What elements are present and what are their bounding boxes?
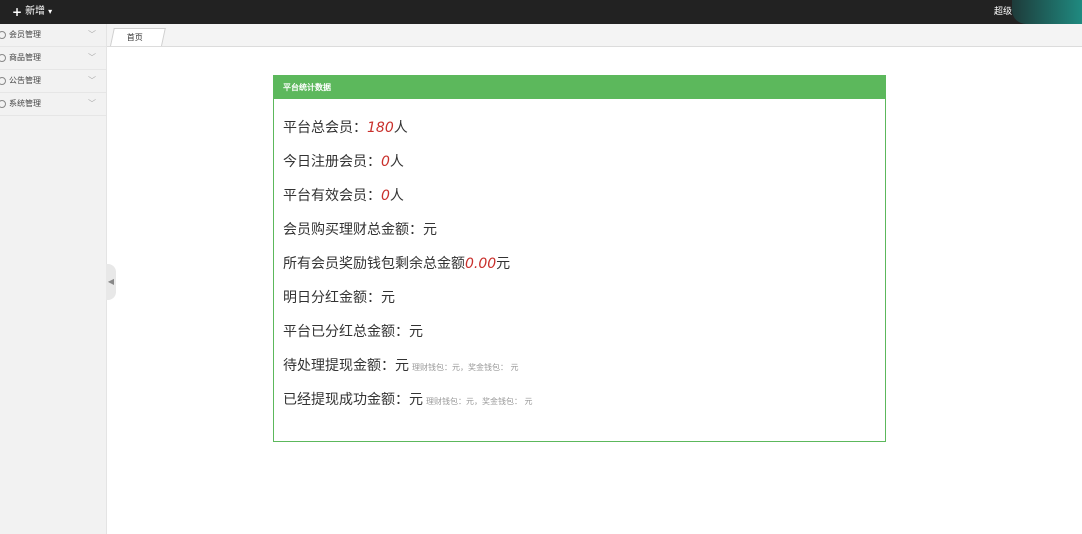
stat-unit: 元 — [423, 222, 437, 238]
user-name[interactable]: 超级 — [994, 0, 1012, 24]
stat-label: 平台有效会员： — [283, 188, 381, 204]
tab-label: 首页 — [126, 33, 143, 42]
sidebar-item-members[interactable]: 会员管理 ﹀ — [0, 24, 106, 47]
stat-unit: 人 — [389, 154, 404, 170]
stat-value: 0 — [381, 154, 390, 170]
stat-done-withdraw: 已经提现成功金额：元 理财钱包：元，奖金钱包： 元 — [283, 391, 885, 425]
stat-label: 已经提现成功金额： — [283, 392, 409, 408]
stat-unit: 元 — [395, 358, 409, 374]
chevron-down-icon: ﹀ — [88, 76, 96, 85]
chevron-down-icon: ﹀ — [88, 30, 96, 39]
stat-unit: 元 — [409, 324, 423, 340]
stat-valid-members: 平台有效会员：0人 — [283, 187, 885, 221]
stat-pending-withdraw: 待处理提现金额：元 理财钱包：元，奖金钱包： 元 — [283, 357, 885, 391]
sidebar-item-label: 公告管理 — [9, 76, 41, 85]
sidebar-item-system[interactable]: 系统管理 ﹀ — [0, 93, 106, 116]
sidebar-item-products[interactable]: 商品管理 ﹀ — [0, 47, 106, 70]
stat-label: 所有会员奖励钱包剩余总金额 — [283, 256, 465, 272]
stat-wallet-remain: 所有会员奖励钱包剩余总金额0.00元 — [283, 255, 885, 289]
tab-home[interactable]: 首页 — [110, 28, 166, 46]
new-button[interactable]: + 新增 ▾ — [12, 0, 52, 24]
stat-label: 平台总会员： — [283, 120, 367, 136]
stat-finance-total: 会员购买理财总金额：元 — [283, 221, 885, 255]
top-bar: + 新增 ▾ 超级 — [0, 0, 1082, 24]
stat-value: 0 — [381, 188, 390, 204]
stat-sub: 理财钱包：元，奖金钱包： 元 — [412, 363, 519, 372]
stat-sub: 理财钱包：元，奖金钱包： 元 — [426, 397, 533, 406]
sidebar: 会员管理 ﹀ 商品管理 ﹀ 公告管理 ﹀ 系统管理 ﹀ — [0, 24, 107, 534]
sidebar-item-label: 会员管理 — [9, 30, 41, 39]
stat-total-members: 平台总会员：180人 — [283, 119, 885, 153]
stat-label: 明日分红金额： — [283, 290, 381, 306]
stat-unit: 元 — [381, 290, 395, 306]
stats-panel: 平台统计数据 平台总会员：180人 今日注册会员：0人 平台有效会员：0人 会员… — [273, 75, 886, 442]
stat-label: 待处理提现金额： — [283, 358, 395, 374]
sidebar-collapse-toggle[interactable]: ◀ — [106, 264, 116, 300]
stat-label: 今日注册会员： — [283, 154, 381, 170]
chevron-down-icon: ﹀ — [88, 99, 96, 108]
user-avatar[interactable] — [1012, 0, 1082, 24]
panel-title: 平台统计数据 — [274, 76, 885, 99]
gear-icon — [0, 99, 6, 108]
stat-unit: 元 — [409, 392, 423, 408]
stat-value: 180 — [367, 120, 394, 136]
plus-icon: + — [12, 5, 23, 19]
stat-value: 0.00 — [465, 256, 497, 272]
chevron-down-icon: ﹀ — [88, 53, 96, 62]
stat-unit: 人 — [393, 120, 408, 136]
sidebar-item-notices[interactable]: 公告管理 ﹀ — [0, 70, 106, 93]
stat-list: 平台总会员：180人 今日注册会员：0人 平台有效会员：0人 会员购买理财总金额… — [274, 99, 885, 425]
sidebar-item-label: 商品管理 — [9, 53, 41, 62]
product-icon — [0, 53, 6, 62]
stat-unit: 人 — [389, 188, 404, 204]
notice-icon — [0, 76, 6, 85]
stat-tomorrow-dividend: 明日分红金额：元 — [283, 289, 885, 323]
stat-unit: 元 — [496, 256, 511, 272]
chevron-down-icon: ▾ — [48, 7, 53, 16]
chevron-left-icon: ◀ — [107, 277, 115, 286]
stat-dividend-total: 平台已分红总金额：元 — [283, 323, 885, 357]
tab-bar: 首页 — [107, 24, 1082, 47]
new-button-label: 新增 — [25, 6, 46, 17]
stat-today-members: 今日注册会员：0人 — [283, 153, 885, 187]
stat-label: 会员购买理财总金额： — [283, 222, 423, 238]
stat-label: 平台已分红总金额： — [283, 324, 409, 340]
user-icon — [0, 30, 6, 39]
sidebar-item-label: 系统管理 — [9, 99, 41, 108]
